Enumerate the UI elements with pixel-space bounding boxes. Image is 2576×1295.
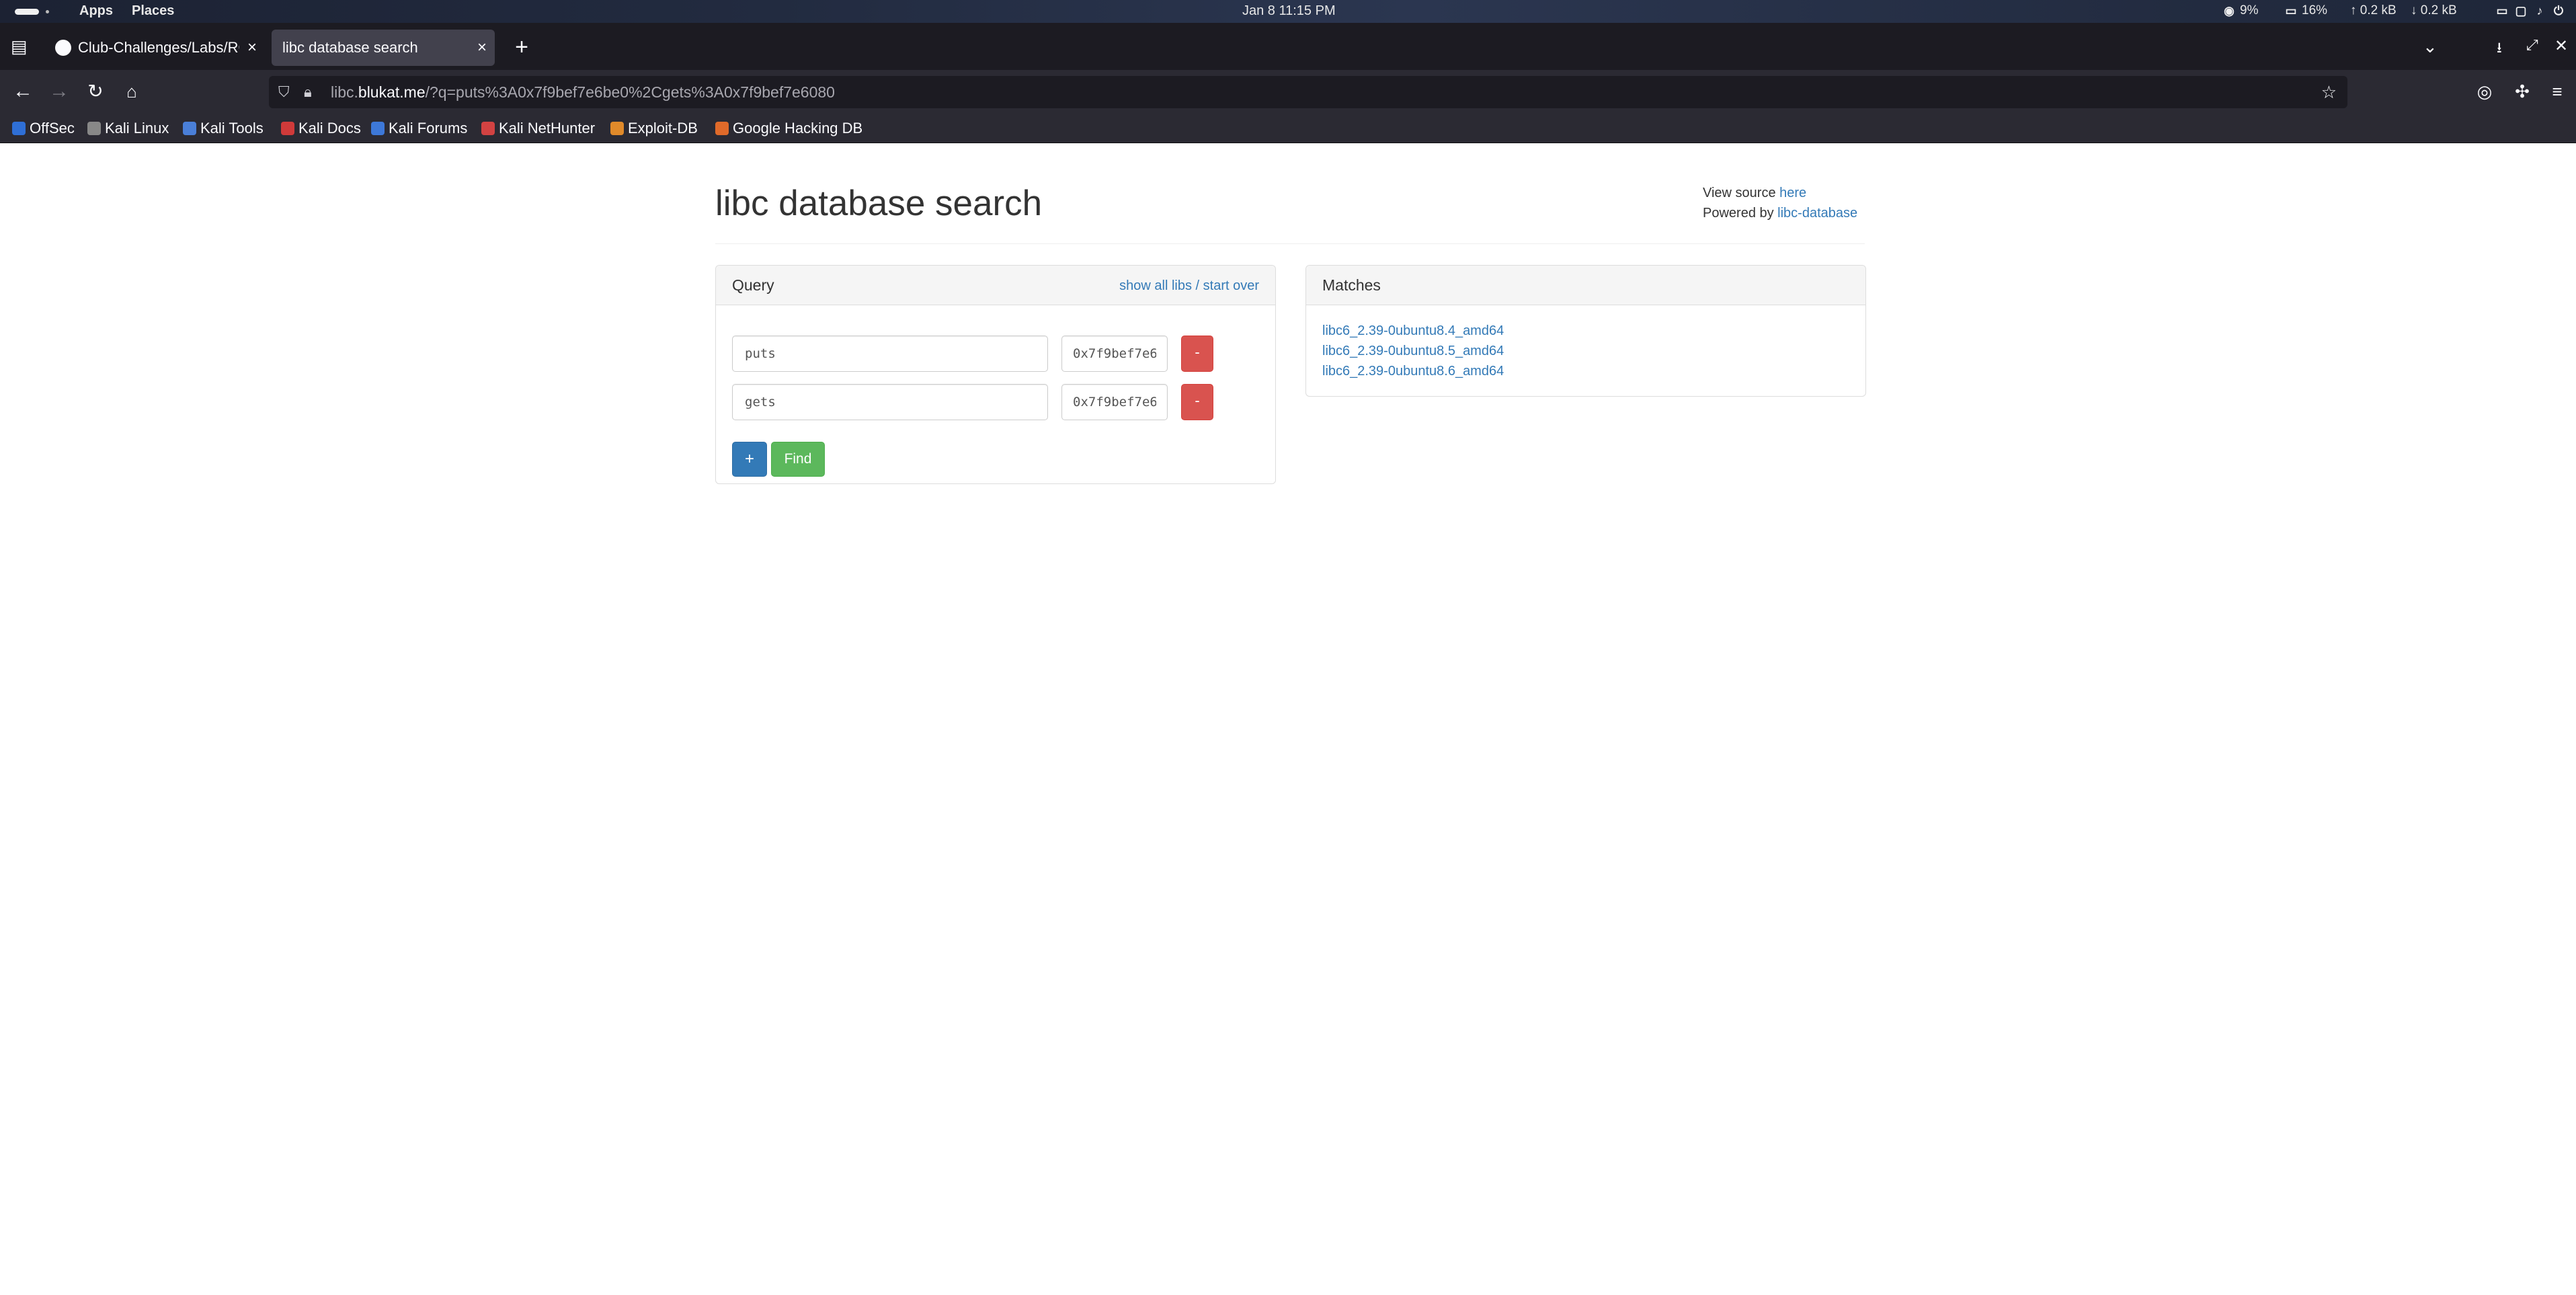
tab-libc-search[interactable]: libc database search × — [272, 30, 495, 66]
kali-nethunter-icon — [481, 122, 495, 135]
window-close-icon[interactable]: ✕ — [2554, 36, 2568, 56]
tab-strip: ▤ Club-Challenges/Labs/RC × libc databas… — [0, 23, 2576, 70]
bookmark-offsec[interactable]: OffSec — [12, 119, 75, 138]
kali-docs-icon — [281, 122, 294, 135]
match-link[interactable]: libc6_2.39-0ubuntu8.5_amd64 — [1322, 341, 1504, 361]
libc-database-link[interactable]: libc-database — [1777, 206, 1857, 221]
bookmark-kali-linux[interactable]: Kali Linux — [87, 119, 169, 138]
symbol-address-input[interactable] — [1061, 336, 1168, 372]
show-all-libs-link[interactable]: show all libs / start over — [1119, 278, 1259, 294]
lock-icon[interactable]: 🔒︎ — [304, 76, 312, 108]
bookmarks-toolbar: OffSec Kali Linux Kali Tools Kali Docs K… — [0, 114, 2576, 143]
view-source-link[interactable]: here — [1779, 186, 1806, 200]
bookmark-kali-nethunter[interactable]: Kali NetHunter — [481, 119, 595, 138]
bookmark-kali-tools[interactable]: Kali Tools — [183, 119, 264, 138]
activities-indicator[interactable] — [15, 9, 39, 15]
matches-panel: Matches libc6_2.39-0ubuntu8.4_amd64 libc… — [1305, 265, 1866, 397]
memory-icon: ▭ — [2285, 4, 2297, 17]
query-title: Query — [732, 276, 774, 294]
url-text[interactable]: libc.blukat.me/?q=puts%3A0x7f9bef7e6be0%… — [331, 76, 835, 108]
tab-github[interactable]: Club-Challenges/Labs/RC × — [48, 30, 265, 66]
clock[interactable]: Jan 8 11:15 PM — [1242, 3, 1336, 19]
notification-icon[interactable]: ▢ — [2514, 5, 2528, 17]
bookmark-kali-docs[interactable]: Kali Docs — [281, 119, 361, 138]
power-icon[interactable]: ⏻ — [2552, 5, 2565, 17]
find-button[interactable]: Find — [771, 442, 825, 477]
ghdb-icon — [715, 122, 729, 135]
exploit-db-icon — [610, 122, 624, 135]
cpu-icon: ◉ — [2224, 4, 2235, 17]
apps-menu[interactable]: Apps — [79, 3, 113, 19]
bookmark-exploit-db[interactable]: Exploit-DB — [610, 119, 698, 138]
match-list: libc6_2.39-0ubuntu8.4_amd64 libc6_2.39-0… — [1322, 321, 1504, 381]
symbol-address-input[interactable] — [1061, 384, 1168, 420]
view-source-line: View source here — [1703, 186, 1807, 200]
account-icon[interactable]: ◎ — [2471, 78, 2498, 105]
kali-forums-icon — [371, 122, 385, 135]
kali-dragon-icon — [87, 122, 101, 135]
back-button[interactable]: ← — [9, 78, 36, 105]
reload-button[interactable]: ↻ — [82, 78, 109, 105]
tab-list-chevron-icon[interactable]: ⌄ — [2423, 36, 2438, 57]
source-links: View source here Powered by libc-databas… — [1703, 183, 1857, 223]
places-menu[interactable]: Places — [132, 3, 174, 19]
url-bar[interactable]: ⛉ 🔒︎ libc.blukat.me/?q=puts%3A0x7f9bef7e… — [269, 76, 2347, 108]
bookmark-kali-forums[interactable]: Kali Forums — [371, 119, 467, 138]
upload-rate: ↑ 0.2 kB — [2350, 3, 2397, 17]
matches-panel-header: Matches — [1306, 266, 1865, 305]
symbol-name-input[interactable] — [732, 336, 1048, 372]
workspace-dot — [46, 10, 49, 13]
github-icon — [55, 40, 71, 56]
close-icon[interactable]: × — [477, 30, 487, 66]
page-content: libc database search View source here Po… — [0, 143, 2576, 1295]
menu-icon[interactable]: ≡ — [2544, 78, 2571, 105]
query-panel-header: Query show all libs / start over — [716, 266, 1275, 305]
maximize-icon[interactable]: ⤢ — [2526, 36, 2538, 54]
close-icon[interactable]: × — [247, 30, 257, 66]
match-link[interactable]: libc6_2.39-0ubuntu8.4_amd64 — [1322, 321, 1504, 341]
navigation-bar: ← → ↻ ⌂ ⛉ 🔒︎ libc.blukat.me/?q=puts%3A0x… — [0, 70, 2576, 114]
remove-row-button[interactable]: - — [1181, 384, 1213, 420]
system-panel: Apps Places Jan 8 11:15 PM ◉ 9% ▭ 16% ↑ … — [0, 0, 2576, 23]
home-button[interactable]: ⌂ — [118, 78, 145, 105]
new-tab-button[interactable]: + — [508, 32, 535, 62]
remove-row-button[interactable]: - — [1181, 336, 1213, 372]
bookmark-star-icon[interactable]: ☆ — [2321, 76, 2337, 108]
tab-label: Club-Challenges/Labs/RC — [78, 39, 239, 56]
bookmark-google-hacking-db[interactable]: Google Hacking DB — [715, 119, 862, 138]
memory-usage: 16% — [2302, 3, 2328, 17]
match-link[interactable]: libc6_2.39-0ubuntu8.6_amd64 — [1322, 361, 1504, 381]
firefox-view-icon[interactable]: ▤ — [11, 36, 28, 57]
matches-title: Matches — [1322, 276, 1381, 294]
page-title: libc database search — [715, 184, 1043, 223]
powered-by-line: Powered by libc-database — [1703, 206, 1858, 221]
download-rate: ↓ 0.2 kB — [2411, 3, 2457, 17]
add-row-button[interactable]: + — [732, 442, 767, 477]
display-icon[interactable]: ▭ — [2495, 5, 2509, 17]
forward-button[interactable]: → — [46, 78, 73, 105]
offsec-icon — [12, 122, 26, 135]
symbol-name-input[interactable] — [732, 384, 1048, 420]
tab-label: libc database search — [282, 39, 418, 56]
query-panel: Query show all libs / start over - - + F… — [715, 265, 1276, 484]
header-divider — [715, 243, 1865, 244]
extensions-icon[interactable]: ✣ — [2509, 78, 2536, 105]
shield-icon[interactable]: ⛉ — [278, 76, 290, 108]
volume-icon[interactable]: ♪ — [2533, 5, 2546, 17]
minimize-icon[interactable]: ⭳ — [2497, 36, 2502, 62]
cpu-usage: 9% — [2240, 3, 2259, 17]
kali-tools-icon — [183, 122, 196, 135]
